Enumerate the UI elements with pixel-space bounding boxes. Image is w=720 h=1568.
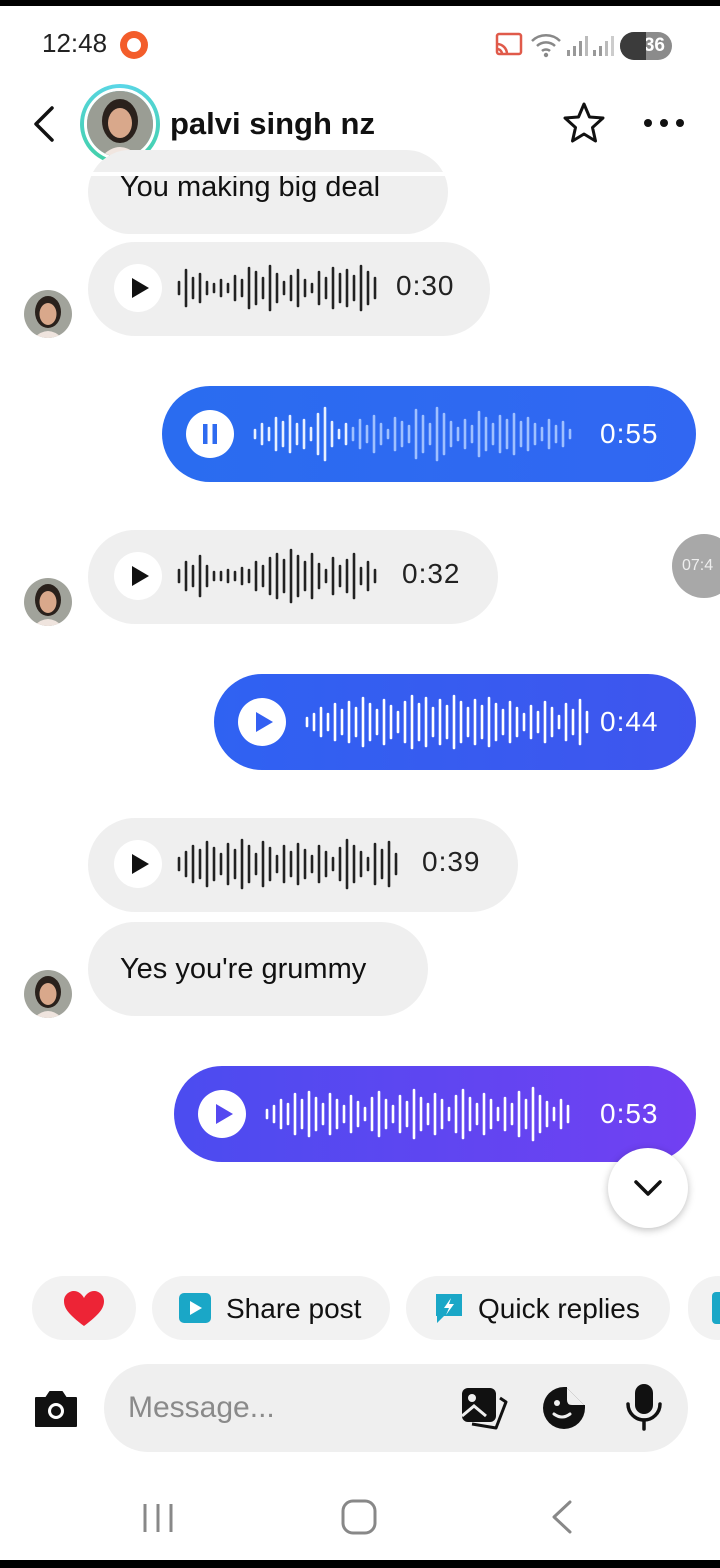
status-time: 12:48 xyxy=(42,28,108,58)
chat-screen: 12:48 36 palvi singh nz You making big d… xyxy=(0,0,720,1568)
play-icon xyxy=(132,278,149,298)
back-arrow-icon[interactable] xyxy=(24,102,64,146)
scroll-to-bottom-button[interactable] xyxy=(608,1148,688,1228)
play-icon xyxy=(132,854,149,874)
sender-avatar[interactable] xyxy=(24,578,72,626)
voice-duration: 0:53 xyxy=(600,1098,659,1129)
quick-replies-icon xyxy=(436,1294,462,1323)
avatar-photo xyxy=(87,91,153,157)
screen-record-icon xyxy=(120,31,148,59)
avatar-photo xyxy=(24,290,72,338)
play-icon xyxy=(132,566,149,586)
waveform xyxy=(177,548,377,604)
heart-chip[interactable] xyxy=(32,1276,136,1340)
voice-duration: 0:32 xyxy=(402,558,461,589)
voice-duration: 0:44 xyxy=(600,706,659,737)
message-field[interactable] xyxy=(104,1364,688,1452)
waveform xyxy=(265,1086,570,1142)
battery-indicator: 36 xyxy=(620,32,672,60)
play-button[interactable] xyxy=(238,698,286,746)
voice-message-incoming[interactable]: 0:39 xyxy=(88,818,518,912)
system-back-icon[interactable] xyxy=(546,1498,576,1536)
waveform xyxy=(177,838,398,890)
signal-icon-2 xyxy=(593,36,614,56)
pause-button[interactable] xyxy=(186,410,234,458)
voice-message-outgoing[interactable]: 0:55 xyxy=(162,386,696,482)
voice-message-incoming[interactable]: 0:32 xyxy=(88,530,498,624)
play-icon xyxy=(256,712,273,732)
voice-duration: 0:39 xyxy=(422,846,481,877)
more-chip-icon xyxy=(712,1292,720,1324)
voice-duration: 0:30 xyxy=(396,270,455,301)
quick-replies-label: Quick replies xyxy=(478,1293,640,1324)
voice-message-incoming[interactable]: 0:30 xyxy=(88,242,490,336)
quick-replies-chip[interactable]: Quick replies xyxy=(406,1276,670,1340)
chevron-down-icon xyxy=(634,1180,662,1196)
play-button[interactable] xyxy=(198,1090,246,1138)
play-button[interactable] xyxy=(114,840,162,888)
message-input[interactable] xyxy=(128,1384,448,1432)
message-text: You making big deal xyxy=(120,171,381,203)
waveform xyxy=(253,406,572,462)
share-post-label: Share post xyxy=(226,1293,362,1324)
system-navigation-bar xyxy=(0,1470,720,1568)
gallery-icon[interactable] xyxy=(460,1386,508,1430)
sender-avatar[interactable] xyxy=(24,290,72,338)
header-divider xyxy=(0,172,720,176)
microphone-icon[interactable] xyxy=(620,1382,668,1432)
voice-message-outgoing[interactable]: 0:44 xyxy=(214,674,696,770)
pause-icon xyxy=(203,424,217,444)
voice-duration: 0:55 xyxy=(600,418,659,449)
message-time-chip: 07:4 xyxy=(672,534,720,598)
waveform xyxy=(177,264,377,312)
sticker-icon[interactable] xyxy=(540,1384,588,1432)
share-post-chip[interactable]: Share post xyxy=(152,1276,390,1340)
home-icon[interactable] xyxy=(340,1498,378,1536)
waveform xyxy=(305,694,589,750)
recent-apps-icon[interactable] xyxy=(140,1500,176,1536)
share-post-icon xyxy=(179,1293,211,1323)
status-bar: 12:48 36 xyxy=(0,0,720,90)
more-chip[interactable] xyxy=(688,1276,720,1340)
more-options-icon[interactable] xyxy=(640,108,688,138)
cast-icon xyxy=(495,32,523,56)
battery-level: 36 xyxy=(643,35,665,56)
star-icon[interactable] xyxy=(560,100,608,148)
avatar-photo xyxy=(24,970,72,1018)
play-button[interactable] xyxy=(114,264,162,312)
avatar-photo xyxy=(24,578,72,626)
message-bubble-text[interactable]: You making big deal xyxy=(88,150,448,234)
heart-icon xyxy=(64,1291,104,1326)
contact-name[interactable]: palvi singh nz xyxy=(170,106,375,142)
wifi-icon xyxy=(531,34,561,58)
message-bubble-text[interactable]: Yes you're grummy xyxy=(88,922,428,1016)
battery-saver-icon xyxy=(620,32,646,60)
sender-avatar[interactable] xyxy=(24,970,72,1018)
camera-icon[interactable] xyxy=(32,1386,80,1430)
signal-icon-1 xyxy=(567,36,588,56)
message-text: Yes you're grummy xyxy=(120,953,367,985)
play-icon xyxy=(216,1104,233,1124)
play-button[interactable] xyxy=(114,552,162,600)
